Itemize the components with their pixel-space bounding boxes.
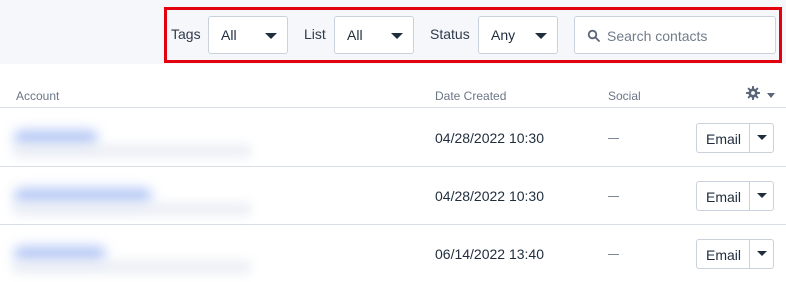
search-contacts-box[interactable] bbox=[574, 16, 776, 54]
email-button-label[interactable]: Email bbox=[706, 131, 741, 147]
row-divider bbox=[0, 166, 786, 167]
status-filter-value: Any bbox=[491, 27, 516, 43]
column-header-social[interactable]: Social bbox=[608, 89, 641, 103]
date-created-cell: 04/28/2022 10:30 bbox=[435, 130, 544, 146]
status-filter-select[interactable]: Any bbox=[478, 16, 558, 54]
chevron-down-icon bbox=[265, 33, 277, 39]
chevron-down-icon bbox=[391, 33, 403, 39]
email-split-button[interactable]: Email bbox=[696, 123, 774, 153]
email-button-label[interactable]: Email bbox=[706, 247, 741, 263]
chevron-down-icon[interactable] bbox=[767, 93, 775, 98]
email-button-label[interactable]: Email bbox=[706, 189, 741, 205]
chevron-down-icon[interactable] bbox=[750, 182, 774, 210]
date-created-cell: 06/14/2022 13:40 bbox=[435, 246, 544, 262]
social-empty-dash bbox=[608, 138, 619, 139]
date-created-cell: 04/28/2022 10:30 bbox=[435, 188, 544, 204]
chevron-down-icon[interactable] bbox=[750, 240, 774, 268]
list-filter-select[interactable]: All bbox=[334, 16, 414, 54]
account-detail-redacted bbox=[12, 260, 252, 274]
email-split-button[interactable]: Email bbox=[696, 181, 774, 211]
gear-icon[interactable] bbox=[746, 86, 760, 100]
account-detail-redacted bbox=[12, 202, 252, 216]
column-header-account[interactable]: Account bbox=[16, 89, 59, 103]
row-divider bbox=[0, 224, 786, 225]
account-detail-redacted bbox=[12, 144, 252, 158]
chevron-down-icon bbox=[535, 33, 547, 39]
tags-filter-label: Tags bbox=[171, 26, 201, 42]
tags-filter-value: All bbox=[221, 27, 237, 43]
list-filter-label: List bbox=[304, 26, 326, 42]
social-empty-dash bbox=[608, 254, 619, 255]
email-split-button[interactable]: Email bbox=[696, 239, 774, 269]
social-empty-dash bbox=[608, 196, 619, 197]
column-header-date-created[interactable]: Date Created bbox=[435, 89, 506, 103]
search-input[interactable] bbox=[607, 25, 767, 47]
list-filter-value: All bbox=[347, 27, 363, 43]
chevron-down-icon[interactable] bbox=[750, 124, 774, 152]
tags-filter-select[interactable]: All bbox=[208, 16, 288, 54]
search-icon bbox=[587, 29, 600, 42]
status-filter-label: Status bbox=[430, 26, 470, 42]
header-divider bbox=[0, 107, 786, 108]
